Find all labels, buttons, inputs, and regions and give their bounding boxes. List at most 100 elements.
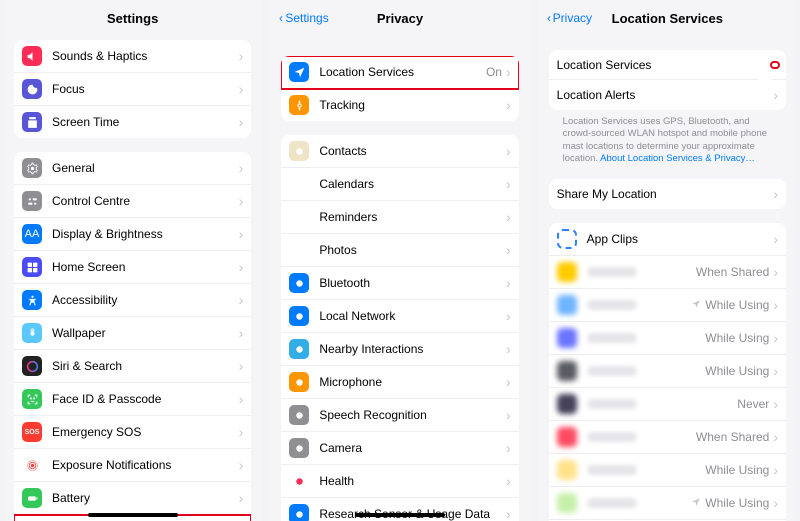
navbar: Settings bbox=[4, 0, 261, 36]
app-clips-row[interactable]: App Clips › bbox=[549, 223, 786, 256]
back-button[interactable]: › Settings bbox=[279, 11, 328, 25]
row-nearby[interactable]: Nearby Interactions › bbox=[281, 333, 518, 366]
row-label: Home Screen bbox=[52, 260, 235, 274]
app-label-blurred bbox=[587, 333, 637, 343]
app-icon-blurred bbox=[557, 361, 577, 381]
app-row[interactable]: While Using› bbox=[549, 322, 786, 355]
sounds-icon bbox=[22, 46, 42, 66]
row-research[interactable]: Research Sensor & Usage Data› bbox=[281, 498, 518, 521]
row-location[interactable]: Location ServicesOn› bbox=[281, 56, 518, 89]
location-services-row[interactable]: Location Services bbox=[549, 50, 786, 80]
chevron-right-icon: › bbox=[506, 341, 511, 357]
contacts-icon bbox=[289, 141, 309, 161]
row-label: Location Alerts bbox=[557, 88, 770, 102]
chevron-right-icon: › bbox=[506, 209, 511, 225]
settings-pane: Settings Sounds & Haptics›Focus›Screen T… bbox=[4, 0, 261, 521]
app-row[interactable]: When Shared› bbox=[549, 256, 786, 289]
chevron-right-icon: › bbox=[239, 292, 244, 308]
row-microphone[interactable]: Microphone› bbox=[281, 366, 518, 399]
battery-icon bbox=[22, 488, 42, 508]
about-link[interactable]: About Location Services & Privacy… bbox=[600, 153, 755, 164]
chevron-left-icon: › bbox=[547, 11, 551, 25]
app-row[interactable]: While Using› bbox=[549, 487, 786, 520]
row-display[interactable]: AADisplay & Brightness› bbox=[14, 218, 251, 251]
chevron-right-icon: › bbox=[239, 160, 244, 176]
row-exposure[interactable]: Exposure Notifications› bbox=[14, 449, 251, 482]
row-screentime[interactable]: Screen Time› bbox=[14, 106, 251, 138]
app-label-blurred bbox=[587, 267, 637, 277]
row-label: Speech Recognition bbox=[319, 408, 502, 422]
app-status: While Using bbox=[705, 331, 769, 345]
row-tracking[interactable]: Tracking› bbox=[281, 89, 518, 121]
speech-icon bbox=[289, 405, 309, 425]
app-label-blurred bbox=[587, 432, 637, 442]
chevron-right-icon: › bbox=[773, 297, 778, 313]
homescreen-icon bbox=[22, 257, 42, 277]
app-row[interactable]: While Using› bbox=[549, 355, 786, 388]
row-accessibility[interactable]: Accessibility› bbox=[14, 284, 251, 317]
app-icon-blurred bbox=[557, 394, 577, 414]
row-homescreen[interactable]: Home Screen › bbox=[14, 251, 251, 284]
scroll-area[interactable]: Location Services Location Alerts › Loca… bbox=[539, 36, 796, 521]
chevron-right-icon: › bbox=[506, 407, 511, 423]
app-row[interactable]: Never› bbox=[549, 388, 786, 421]
row-sos[interactable]: SOSEmergency SOS› bbox=[14, 416, 251, 449]
scroll-area[interactable]: Location ServicesOn›Tracking› Contacts›C… bbox=[271, 36, 528, 521]
row-label: Siri & Search bbox=[52, 359, 235, 373]
chevron-right-icon: › bbox=[239, 391, 244, 407]
highlight bbox=[772, 63, 778, 67]
row-sounds[interactable]: Sounds & Haptics› bbox=[14, 40, 251, 73]
row-label: Bluetooth bbox=[319, 276, 502, 290]
share-my-location-row[interactable]: Share My Location › bbox=[549, 179, 786, 209]
chevron-right-icon: › bbox=[239, 259, 244, 275]
chevron-right-icon: › bbox=[773, 462, 778, 478]
chevron-right-icon: › bbox=[506, 473, 511, 489]
chevron-right-icon: › bbox=[773, 231, 778, 247]
app-label-blurred bbox=[587, 366, 637, 376]
row-controlcentre[interactable]: Control Centre› bbox=[14, 185, 251, 218]
row-contacts[interactable]: Contacts› bbox=[281, 135, 518, 168]
navbar: › Privacy Location Services bbox=[539, 0, 796, 36]
chevron-right-icon: › bbox=[773, 396, 778, 412]
row-camera[interactable]: Camera› bbox=[281, 432, 518, 465]
appclips-icon bbox=[557, 229, 577, 249]
siri-icon bbox=[22, 356, 42, 376]
app-row[interactable]: When Shared› bbox=[549, 421, 786, 454]
row-general[interactable]: General› bbox=[14, 152, 251, 185]
chevron-right-icon: › bbox=[773, 87, 778, 103]
row-label: Display & Brightness bbox=[52, 227, 235, 241]
footer-text: Location Services uses GPS, Bluetooth, a… bbox=[549, 116, 786, 179]
health-icon bbox=[289, 471, 309, 491]
scroll-area[interactable]: Sounds & Haptics›Focus›Screen Time› Gene… bbox=[4, 36, 261, 521]
row-photos[interactable]: Photos› bbox=[281, 234, 518, 267]
row-faceid[interactable]: Face ID & Passcode › bbox=[14, 383, 251, 416]
focus-icon bbox=[22, 79, 42, 99]
app-icon-blurred bbox=[557, 427, 577, 447]
chevron-right-icon: › bbox=[239, 81, 244, 97]
row-speech[interactable]: Speech Recognition › bbox=[281, 399, 518, 432]
row-battery[interactable]: Battery› bbox=[14, 482, 251, 515]
app-status: When Shared bbox=[696, 265, 769, 279]
app-status: When Shared bbox=[696, 430, 769, 444]
row-label: Reminders bbox=[319, 210, 502, 224]
row-label: Face ID & Passcode bbox=[52, 392, 235, 406]
row-health[interactable]: Health› bbox=[281, 465, 518, 498]
sos-icon: SOS bbox=[22, 422, 42, 442]
row-reminders[interactable]: Reminders › bbox=[281, 201, 518, 234]
back-button[interactable]: › Privacy bbox=[547, 11, 592, 25]
chevron-right-icon: › bbox=[506, 97, 511, 113]
home-indicator bbox=[355, 513, 445, 517]
chevron-right-icon: › bbox=[506, 176, 511, 192]
row-calendars[interactable]: Calendars› bbox=[281, 168, 518, 201]
navbar: › Settings Privacy bbox=[271, 0, 528, 36]
row-label: Camera bbox=[319, 441, 502, 455]
app-row[interactable]: While Using› bbox=[549, 454, 786, 487]
row-label: Nearby Interactions bbox=[319, 342, 502, 356]
row-wallpaper[interactable]: Wallpaper› bbox=[14, 317, 251, 350]
row-focus[interactable]: Focus› bbox=[14, 73, 251, 106]
row-localnetwork[interactable]: Local Network› bbox=[281, 300, 518, 333]
app-row[interactable]: While Using› bbox=[549, 289, 786, 322]
row-siri[interactable]: Siri & Search› bbox=[14, 350, 251, 383]
row-bluetooth[interactable]: Bluetooth› bbox=[281, 267, 518, 300]
location-alerts-row[interactable]: Location Alerts › bbox=[549, 80, 786, 110]
